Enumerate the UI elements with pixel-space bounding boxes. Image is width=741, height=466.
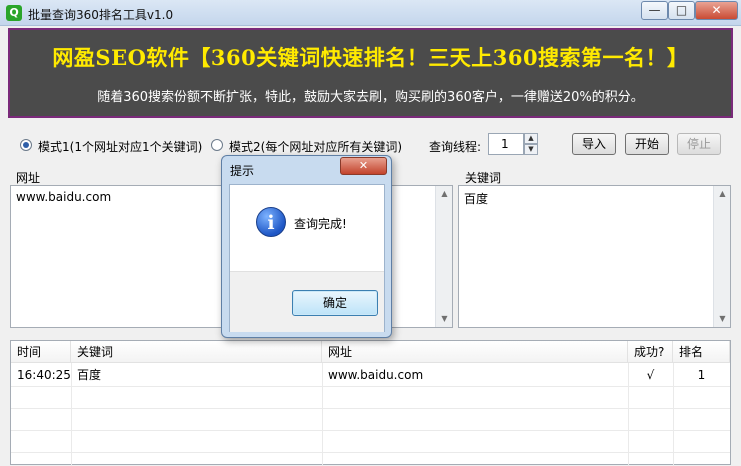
keyword-panel-label: 关键词 [465,171,502,185]
banner-subline: 随着360搜索份额不断扩张，特此，鼓励大家去刷，购买刷的360客户，一律赠送20… [97,90,644,105]
title-bar: Q 批量查询360排名工具v1.0 — □ ✕ [0,0,741,26]
close-button[interactable]: ✕ [695,1,738,20]
stop-button: 停止 [677,133,721,155]
url-panel-label: 网址 [16,171,41,185]
banner-headline: 网盈SEO软件【360关键词快速排名！三天上360搜索第一名！】 [52,45,689,70]
window-title: 批量查询360排名工具v1.0 [28,8,174,22]
mode2-label[interactable]: 模式2(每个网址对应所有关键词) [229,138,402,155]
dialog-close-button[interactable]: ✕ [340,157,387,175]
row-gridline [11,386,730,387]
results-table[interactable]: 时间 关键词 网址 成功? 排名 16:40:25 百度 www.baidu.c… [10,340,731,466]
scroll-up-icon[interactable]: ▲ [714,186,731,202]
start-button[interactable]: 开始 [625,133,669,155]
maximize-button[interactable]: □ [668,1,695,20]
keyword-textarea[interactable]: 百度 ▲ ▼ [458,185,731,328]
keyword-textarea-content: 百度 [464,192,489,206]
promo-banner: 网盈SEO软件【360关键词快速排名！三天上360搜索第一名！】 随着360搜索… [8,28,733,118]
cell-rank: 1 [697,368,706,382]
dialog-title: 提示 [230,164,255,178]
minimize-button[interactable]: — [641,1,668,20]
cell-time: 16:40:25 [17,368,71,382]
scroll-down-icon[interactable]: ▼ [436,311,453,327]
threads-input[interactable]: 1 [488,133,524,155]
scroll-up-icon[interactable]: ▲ [436,186,453,202]
url-scrollbar[interactable]: ▲ ▼ [435,186,452,327]
threads-down-icon[interactable]: ▼ [524,144,538,155]
url-textarea-content: www.baidu.com [16,190,112,204]
cell-url: www.baidu.com [328,368,424,382]
row-gridline [11,452,730,453]
column-header-time[interactable]: 时间 [11,341,71,363]
dialog-message: 查询完成! [294,217,347,231]
mode1-radio[interactable] [20,139,32,151]
info-icon: i [256,207,286,237]
mode1-label[interactable]: 模式1(1个网址对应1个关键词) [38,138,202,155]
cell-success: √ [646,368,655,382]
table-row[interactable]: 16:40:25 百度 www.baidu.com √ 1 [11,364,730,386]
threads-up-icon[interactable]: ▲ [524,133,538,144]
scroll-down-icon[interactable]: ▼ [714,311,731,327]
row-gridline [11,408,730,409]
app-search-icon: Q [6,5,22,21]
keyword-scrollbar[interactable]: ▲ ▼ [713,186,730,327]
ok-button[interactable]: 确定 [292,290,378,316]
column-header-keyword[interactable]: 关键词 [71,341,322,363]
column-header-success[interactable]: 成功? [628,341,673,363]
column-header-url[interactable]: 网址 [322,341,628,363]
threads-label: 查询线程: [429,140,482,154]
row-gridline [11,430,730,431]
cell-keyword: 百度 [77,368,102,382]
mode2-radio[interactable] [211,139,223,151]
dialog-body: i 查询完成! 确定 [229,184,385,332]
info-dialog: 提示 ✕ i 查询完成! 确定 [221,155,392,338]
column-header-rank[interactable]: 排名 [673,341,730,363]
import-button[interactable]: 导入 [572,133,616,155]
